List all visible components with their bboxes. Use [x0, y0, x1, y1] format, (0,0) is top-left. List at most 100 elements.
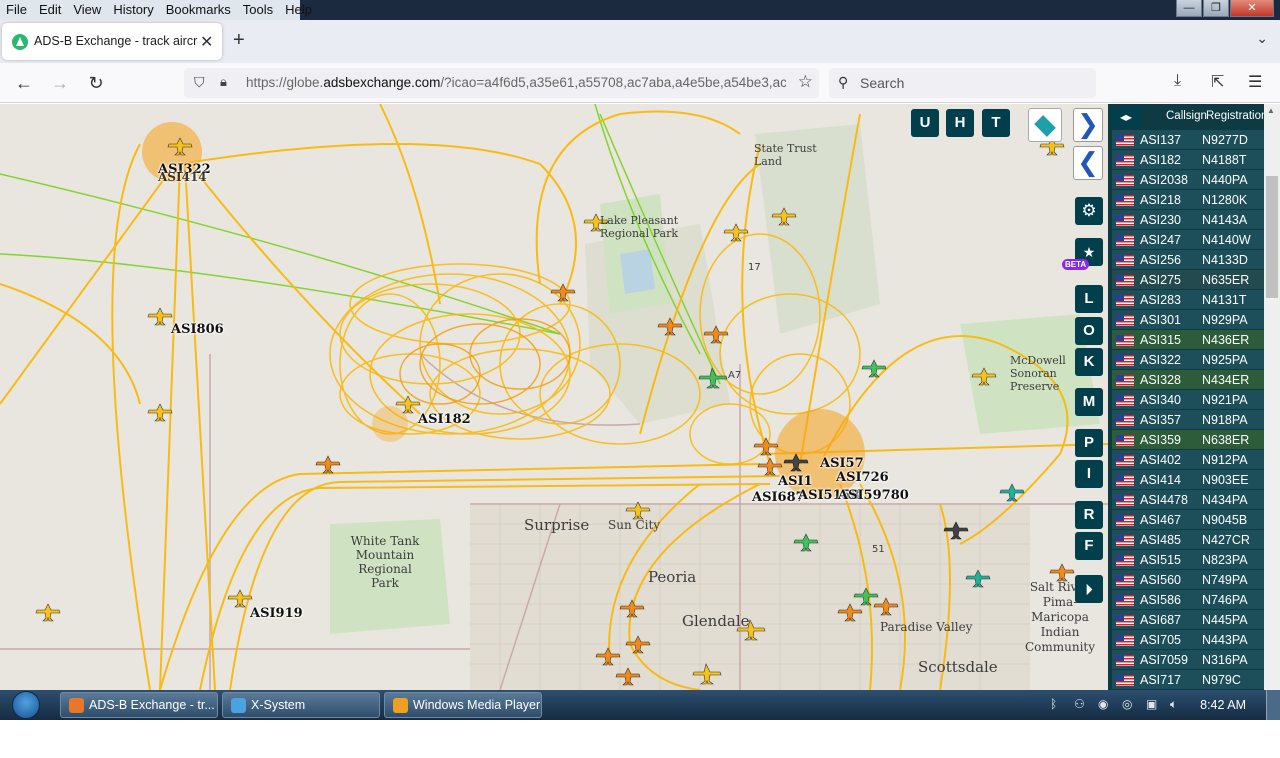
table-row[interactable]: ASI7059 N316PA	[1112, 650, 1264, 670]
list-tabs-chevron-icon[interactable]: ⌄	[1256, 30, 1268, 47]
bluetooth-icon[interactable]: ᛒ	[1050, 697, 1064, 711]
display-icon[interactable]: ▣	[1146, 697, 1160, 711]
table-row[interactable]: ASI301 N929PA	[1112, 310, 1264, 330]
tab-close-icon[interactable]: ✕	[200, 32, 213, 52]
table-row[interactable]: ASI705 N443PA	[1112, 630, 1264, 650]
toggle-o-button[interactable]: O	[1075, 317, 1103, 345]
toggle-f-button[interactable]: F	[1075, 532, 1103, 560]
lock-icon[interactable]: 🔒︎	[220, 74, 227, 90]
taskbar-item-firefox[interactable]: ADS-B Exchange - tr...	[60, 692, 218, 718]
aircraft-label-asi726[interactable]: ASI726	[836, 470, 889, 485]
table-row[interactable]: ASI137 N9277D	[1112, 130, 1264, 150]
bookmark-star-icon[interactable]: ☆	[798, 72, 813, 92]
menu-file[interactable]: File	[0, 0, 33, 20]
toggle-r-button[interactable]: R	[1075, 501, 1103, 529]
prev-arrow-button[interactable]: ❮	[1073, 146, 1103, 180]
replay-button[interactable]: ⏵	[1075, 575, 1103, 603]
table-row[interactable]: ASI717 N979C	[1112, 670, 1264, 690]
menu-edit[interactable]: Edit	[33, 0, 67, 20]
toggle-p-button[interactable]: P	[1075, 429, 1103, 457]
table-row[interactable]: ASI328 N434ER	[1112, 370, 1264, 390]
menu-help[interactable]: Help	[279, 0, 318, 20]
table-row[interactable]: ASI182 N4188T	[1112, 150, 1264, 170]
registration-column-header[interactable]: Registration	[1206, 110, 1267, 122]
clock[interactable]: 8:42 AM	[1200, 698, 1246, 712]
url-text[interactable]: https://globe.adsbexchange.com/?icao=a4f…	[246, 75, 786, 90]
table-row[interactable]: ASI357 N918PA	[1112, 410, 1264, 430]
app-tray-icon[interactable]: ◎	[1122, 697, 1136, 711]
aircraft-label-asi1[interactable]: ASI1	[778, 474, 813, 489]
callsign-column-header[interactable]: Callsign	[1166, 110, 1207, 122]
tab-adsb[interactable]: ADS-B Exchange - track aircraft ✕	[2, 23, 222, 60]
table-row[interactable]: ASI359 N638ER	[1112, 430, 1264, 450]
taskbar-item-media-player[interactable]: Windows Media Player	[384, 692, 542, 718]
scrollbar-thumb[interactable]	[1266, 176, 1278, 298]
expand-table-button[interactable]: ◂▸	[1112, 107, 1140, 127]
app-menu-icon[interactable]: ☰	[1248, 72, 1262, 92]
start-button[interactable]	[8, 690, 44, 720]
downloads-icon[interactable]: ⤓	[1174, 72, 1181, 90]
settings-gear-button[interactable]: ⚙	[1075, 197, 1103, 225]
new-tab-button[interactable]: +	[233, 29, 245, 52]
table-row[interactable]: ASI414 N903EE	[1112, 470, 1264, 490]
map-canvas[interactable]: State Trust Land Lake Pleasant Regional …	[0, 104, 1108, 690]
table-row[interactable]: ASI515 N823PA	[1112, 550, 1264, 570]
table-row[interactable]: ASI315 N436ER	[1112, 330, 1264, 350]
table-row[interactable]: ASI283 N4131T	[1112, 290, 1264, 310]
table-row[interactable]: ASI218 N1280K	[1112, 190, 1264, 210]
table-row[interactable]: ASI275 N635ER	[1112, 270, 1264, 290]
table-row[interactable]: ASI247 N4140W	[1112, 230, 1264, 250]
toggle-i-button[interactable]: I	[1075, 460, 1103, 488]
table-row[interactable]: ASI2038 N440PA	[1112, 170, 1264, 190]
aircraft-label-asi687[interactable]: ASI687	[752, 490, 805, 505]
table-row[interactable]: ASI485 N427CR	[1112, 530, 1264, 550]
table-row[interactable]: ASI586 N746PA	[1112, 590, 1264, 610]
table-row[interactable]: ASI402 N912PA	[1112, 450, 1264, 470]
aircraft-label-asi919[interactable]: ASI919	[250, 606, 303, 621]
close-window-button[interactable]: ✕	[1230, 0, 1274, 17]
aircraft-label-asi57[interactable]: ASI57	[820, 456, 864, 471]
layers-button[interactable]	[1028, 108, 1062, 142]
forward-arrow-icon[interactable]: →	[49, 72, 71, 94]
toggle-h-button[interactable]: H	[946, 109, 974, 137]
search-input[interactable]: ⚲ Search	[829, 68, 1096, 98]
taskbar-item-xsystem[interactable]: X-System	[222, 692, 380, 718]
scroll-up-arrow-icon[interactable]: ▲	[1267, 106, 1275, 115]
table-row[interactable]: ASI340 N921PA	[1112, 390, 1264, 410]
toggle-m-button[interactable]: M	[1075, 388, 1103, 416]
table-row[interactable]: ASI256 N4133D	[1112, 250, 1264, 270]
steam-icon[interactable]: ◉	[1098, 697, 1112, 711]
url-prefix: https://globe.	[246, 75, 324, 90]
aircraft-label-asi182[interactable]: ASI182	[418, 412, 471, 427]
menu-bookmarks[interactable]: Bookmarks	[160, 0, 237, 20]
menu-history[interactable]: History	[107, 0, 159, 20]
volume-icon[interactable]: 🔈︎	[1170, 697, 1184, 711]
maximize-button[interactable]: ❐	[1203, 0, 1229, 17]
menu-tools[interactable]: Tools	[237, 0, 279, 20]
network-status-icon[interactable]: ⚇	[1074, 697, 1088, 711]
show-desktop-button[interactable]	[1266, 690, 1280, 720]
table-scrollbar[interactable]: ▲	[1264, 104, 1280, 690]
table-row[interactable]: ASI687 N445PA	[1112, 610, 1264, 630]
toggle-t-button[interactable]: T	[982, 109, 1010, 137]
table-row[interactable]: ASI560 N749PA	[1112, 570, 1264, 590]
minimize-button[interactable]: —	[1176, 0, 1202, 17]
table-row[interactable]: ASI467 N9045B	[1112, 510, 1264, 530]
table-row[interactable]: ASI230 N4143A	[1112, 210, 1264, 230]
tracking-shield-icon[interactable]: ⛉	[194, 74, 205, 91]
next-arrow-button[interactable]: ❯	[1073, 108, 1103, 142]
address-bar[interactable]: ⛉ 🔒︎ https://globe.adsbexchange.com/?ica…	[184, 68, 819, 98]
menu-view[interactable]: View	[67, 0, 107, 20]
toggle-l-button[interactable]: L	[1075, 285, 1103, 313]
aircraft-label-asi806[interactable]: ASI806	[171, 322, 224, 337]
reload-icon[interactable]: ↻	[85, 72, 107, 94]
aircraft-label-asi59780[interactable]: ASI59780	[838, 488, 909, 503]
table-row[interactable]: ASI322 N925PA	[1112, 350, 1264, 370]
beta-badge: BETA	[1062, 259, 1090, 270]
toggle-k-button[interactable]: K	[1075, 348, 1103, 376]
back-arrow-icon[interactable]: ←	[13, 72, 35, 94]
share-icon[interactable]: ⇱	[1211, 72, 1224, 92]
toggle-u-button[interactable]: U	[911, 109, 939, 137]
aircraft-label-asi414[interactable]: ASI414	[158, 170, 207, 184]
table-row[interactable]: ASI4478 N434PA	[1112, 490, 1264, 510]
